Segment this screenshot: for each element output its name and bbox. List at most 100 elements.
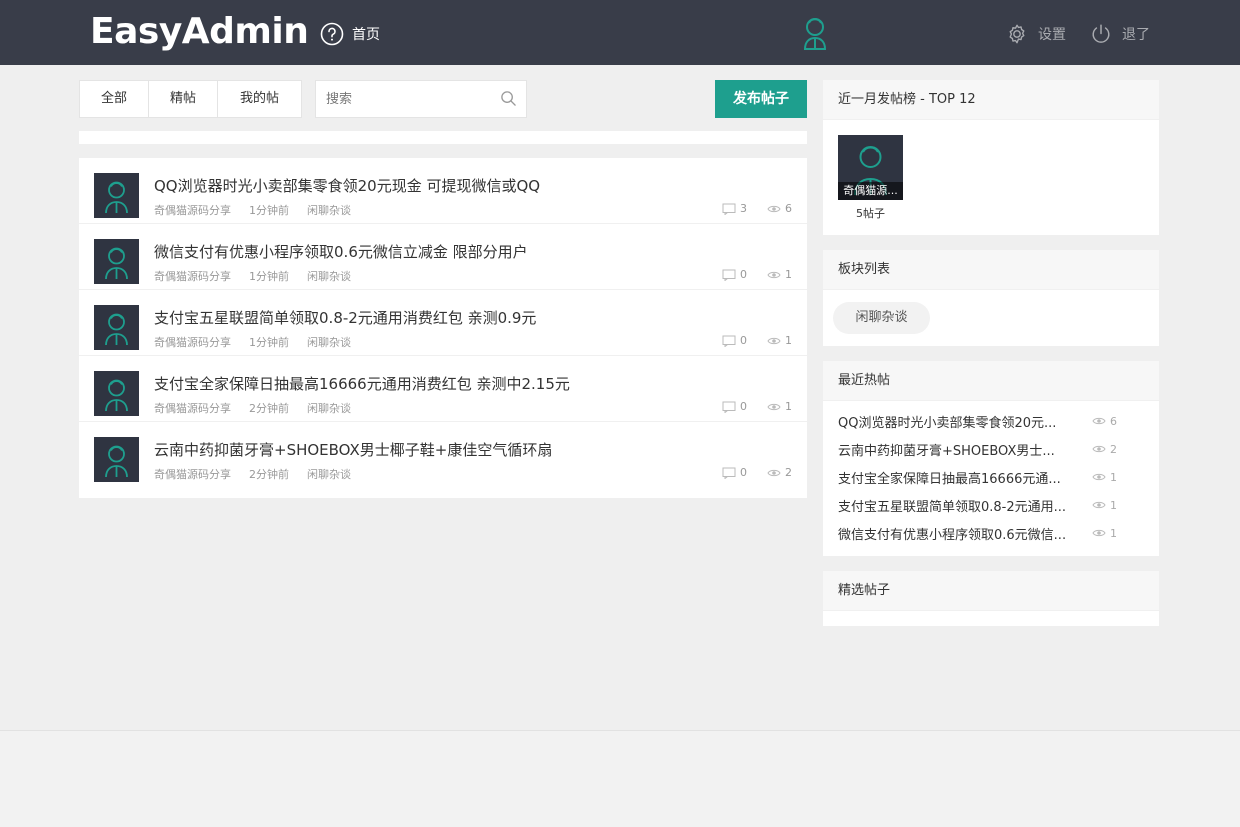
post-title[interactable]: 支付宝全家保障日抽最高16666元通用消费红包 亲测中2.15元 — [154, 373, 570, 394]
help-circle-icon — [320, 22, 344, 46]
filter-featured[interactable]: 精帖 — [149, 81, 218, 117]
view-count: 6 — [1110, 414, 1117, 428]
hot-post-item[interactable]: 支付宝五星联盟简单领取0.8-2元通用... 1 — [838, 491, 1159, 519]
hot-posts-title: 最近热帖 — [823, 361, 1159, 401]
post-board[interactable]: 闲聊杂谈 — [307, 466, 351, 482]
eye-icon — [1092, 473, 1106, 481]
view-count: 1 — [1110, 470, 1117, 484]
post-meta: 奇偶猫源码分享 1分钟前 闲聊杂谈 — [154, 202, 351, 218]
post-stats: 0 1 — [722, 334, 792, 347]
list-item: 云南中药抑菌牙膏+SHOEBOX男士椰子鞋+康佳空气循环扇 奇偶猫源码分享 2分… — [79, 422, 807, 488]
hot-post-item[interactable]: QQ浏览器时光小卖部集零食领20元... 6 — [838, 407, 1159, 435]
comment-count: 0 — [740, 334, 747, 347]
post-title[interactable]: 支付宝五星联盟简单领取0.8-2元通用消费红包 亲测0.9元 — [154, 307, 536, 328]
post-author[interactable]: 奇偶猫源码分享 — [154, 466, 231, 482]
nav-home[interactable]: 首页 — [320, 22, 380, 46]
search-icon[interactable] — [500, 90, 517, 107]
eye-icon — [1092, 529, 1106, 537]
hot-post-title: 支付宝全家保障日抽最高16666元通... — [838, 471, 1061, 487]
view-count: 1 — [1110, 498, 1117, 512]
top-user[interactable]: 奇偶猫源... 5帖子 — [838, 135, 903, 221]
post-author[interactable]: 奇偶猫源码分享 — [154, 268, 231, 284]
post-stats: 0 1 — [722, 268, 792, 281]
settings-link[interactable]: 设置 — [1006, 22, 1066, 46]
eye-icon — [1092, 417, 1106, 425]
hot-post-views: 1 — [1092, 527, 1117, 540]
comment-count: 0 — [740, 400, 747, 413]
post-board[interactable]: 闲聊杂谈 — [307, 202, 351, 218]
power-icon — [1092, 24, 1110, 43]
list-item: 微信支付有优惠小程序领取0.6元微信立减金 限部分用户 奇偶猫源码分享 1分钟前… — [79, 224, 807, 290]
view-count: 1 — [785, 268, 792, 281]
post-board[interactable]: 闲聊杂谈 — [307, 400, 351, 416]
hot-post-title: QQ浏览器时光小卖部集零食领20元... — [838, 415, 1057, 431]
settings-label: 设置 — [1038, 27, 1066, 43]
post-title[interactable]: 云南中药抑菌牙膏+SHOEBOX男士椰子鞋+康佳空气循环扇 — [154, 439, 552, 460]
post-author[interactable]: 奇偶猫源码分享 — [154, 202, 231, 218]
eye-icon — [767, 403, 781, 410]
view-count: 1 — [1110, 526, 1117, 540]
list-item: 支付宝五星联盟简单领取0.8-2元通用消费红包 亲测0.9元 奇偶猫源码分享 1… — [79, 290, 807, 356]
hot-post-views: 1 — [1092, 499, 1117, 512]
view-count: 2 — [785, 466, 792, 479]
post-title[interactable]: 微信支付有优惠小程序领取0.6元微信立减金 限部分用户 — [154, 241, 528, 262]
filter-mine[interactable]: 我的帖 — [218, 81, 301, 117]
featured-posts-card: 精选帖子 — [823, 571, 1159, 626]
top-header: EasyAdmin 首页 设置 退了 — [0, 0, 1240, 65]
post-meta: 奇偶猫源码分享 1分钟前 闲聊杂谈 — [154, 268, 351, 284]
hot-post-item[interactable]: 支付宝全家保障日抽最高16666元通... 1 — [838, 463, 1159, 491]
logo[interactable]: EasyAdmin — [90, 12, 309, 52]
list-item: 支付宝全家保障日抽最高16666元通用消费红包 亲测中2.15元 奇偶猫源码分享… — [79, 356, 807, 422]
post-time: 1分钟前 — [249, 270, 289, 283]
search-box — [315, 80, 527, 118]
view-count: 1 — [785, 400, 792, 413]
post-stats: 0 2 — [722, 466, 792, 479]
hot-post-title: 支付宝五星联盟简单领取0.8-2元通用... — [838, 499, 1067, 515]
hot-post-title: 云南中药抑菌牙膏+SHOEBOX男士... — [838, 443, 1055, 459]
post-time: 1分钟前 — [249, 204, 289, 217]
view-count: 2 — [1110, 442, 1117, 456]
comment-icon — [722, 269, 736, 281]
avatar-icon[interactable] — [94, 173, 139, 218]
hot-post-title: 微信支付有优惠小程序领取0.6元微信... — [838, 527, 1067, 543]
eye-icon — [1092, 445, 1106, 453]
hot-posts-list: QQ浏览器时光小卖部集零食领20元... 6 云南中药抑菌牙膏+SHOEBOX男… — [823, 401, 1159, 547]
avatar-icon[interactable] — [94, 437, 139, 482]
hot-post-views: 6 — [1092, 415, 1117, 428]
hot-post-item[interactable]: 微信支付有优惠小程序领取0.6元微信... 1 — [838, 519, 1159, 547]
featured-posts-title: 精选帖子 — [823, 571, 1159, 611]
footer — [0, 731, 1240, 827]
publish-post-button[interactable]: 发布帖子 — [715, 80, 807, 118]
avatar-icon[interactable] — [94, 371, 139, 416]
top-user-name: 奇偶猫源... — [838, 182, 903, 200]
boards-card: 板块列表 闲聊杂谈 — [823, 250, 1159, 346]
post-author[interactable]: 奇偶猫源码分享 — [154, 400, 231, 416]
view-count: 1 — [785, 334, 792, 347]
comment-icon — [722, 203, 736, 215]
user-avatar-icon[interactable] — [800, 15, 830, 51]
eye-icon — [767, 205, 781, 212]
comment-icon — [722, 467, 736, 479]
eye-icon — [767, 469, 781, 476]
search-input[interactable] — [316, 81, 486, 117]
post-title[interactable]: QQ浏览器时光小卖部集零食领20元现金 可提现微信或QQ — [154, 175, 540, 196]
post-author[interactable]: 奇偶猫源码分享 — [154, 334, 231, 350]
post-time: 2分钟前 — [249, 468, 289, 481]
nav-home-label: 首页 — [352, 27, 380, 43]
post-stats: 3 6 — [722, 202, 792, 215]
pagination-strip — [79, 131, 807, 144]
hot-post-item[interactable]: 云南中药抑菌牙膏+SHOEBOX男士... 2 — [838, 435, 1159, 463]
avatar-icon[interactable] — [94, 239, 139, 284]
filter-all[interactable]: 全部 — [80, 81, 149, 117]
top-posters-card: 近一月发帖榜 - TOP 12 奇偶猫源... 5帖子 — [823, 80, 1159, 235]
post-board[interactable]: 闲聊杂谈 — [307, 268, 351, 284]
avatar-icon[interactable] — [94, 305, 139, 350]
post-meta: 奇偶猫源码分享 1分钟前 闲聊杂谈 — [154, 334, 351, 350]
logout-link[interactable]: 退了 — [1090, 22, 1150, 46]
eye-icon — [1092, 501, 1106, 509]
board-tag[interactable]: 闲聊杂谈 — [833, 302, 930, 334]
post-list: QQ浏览器时光小卖部集零食领20元现金 可提现微信或QQ 奇偶猫源码分享 1分钟… — [79, 158, 807, 498]
post-board[interactable]: 闲聊杂谈 — [307, 334, 351, 350]
hot-post-views: 1 — [1092, 471, 1117, 484]
eye-icon — [767, 337, 781, 344]
